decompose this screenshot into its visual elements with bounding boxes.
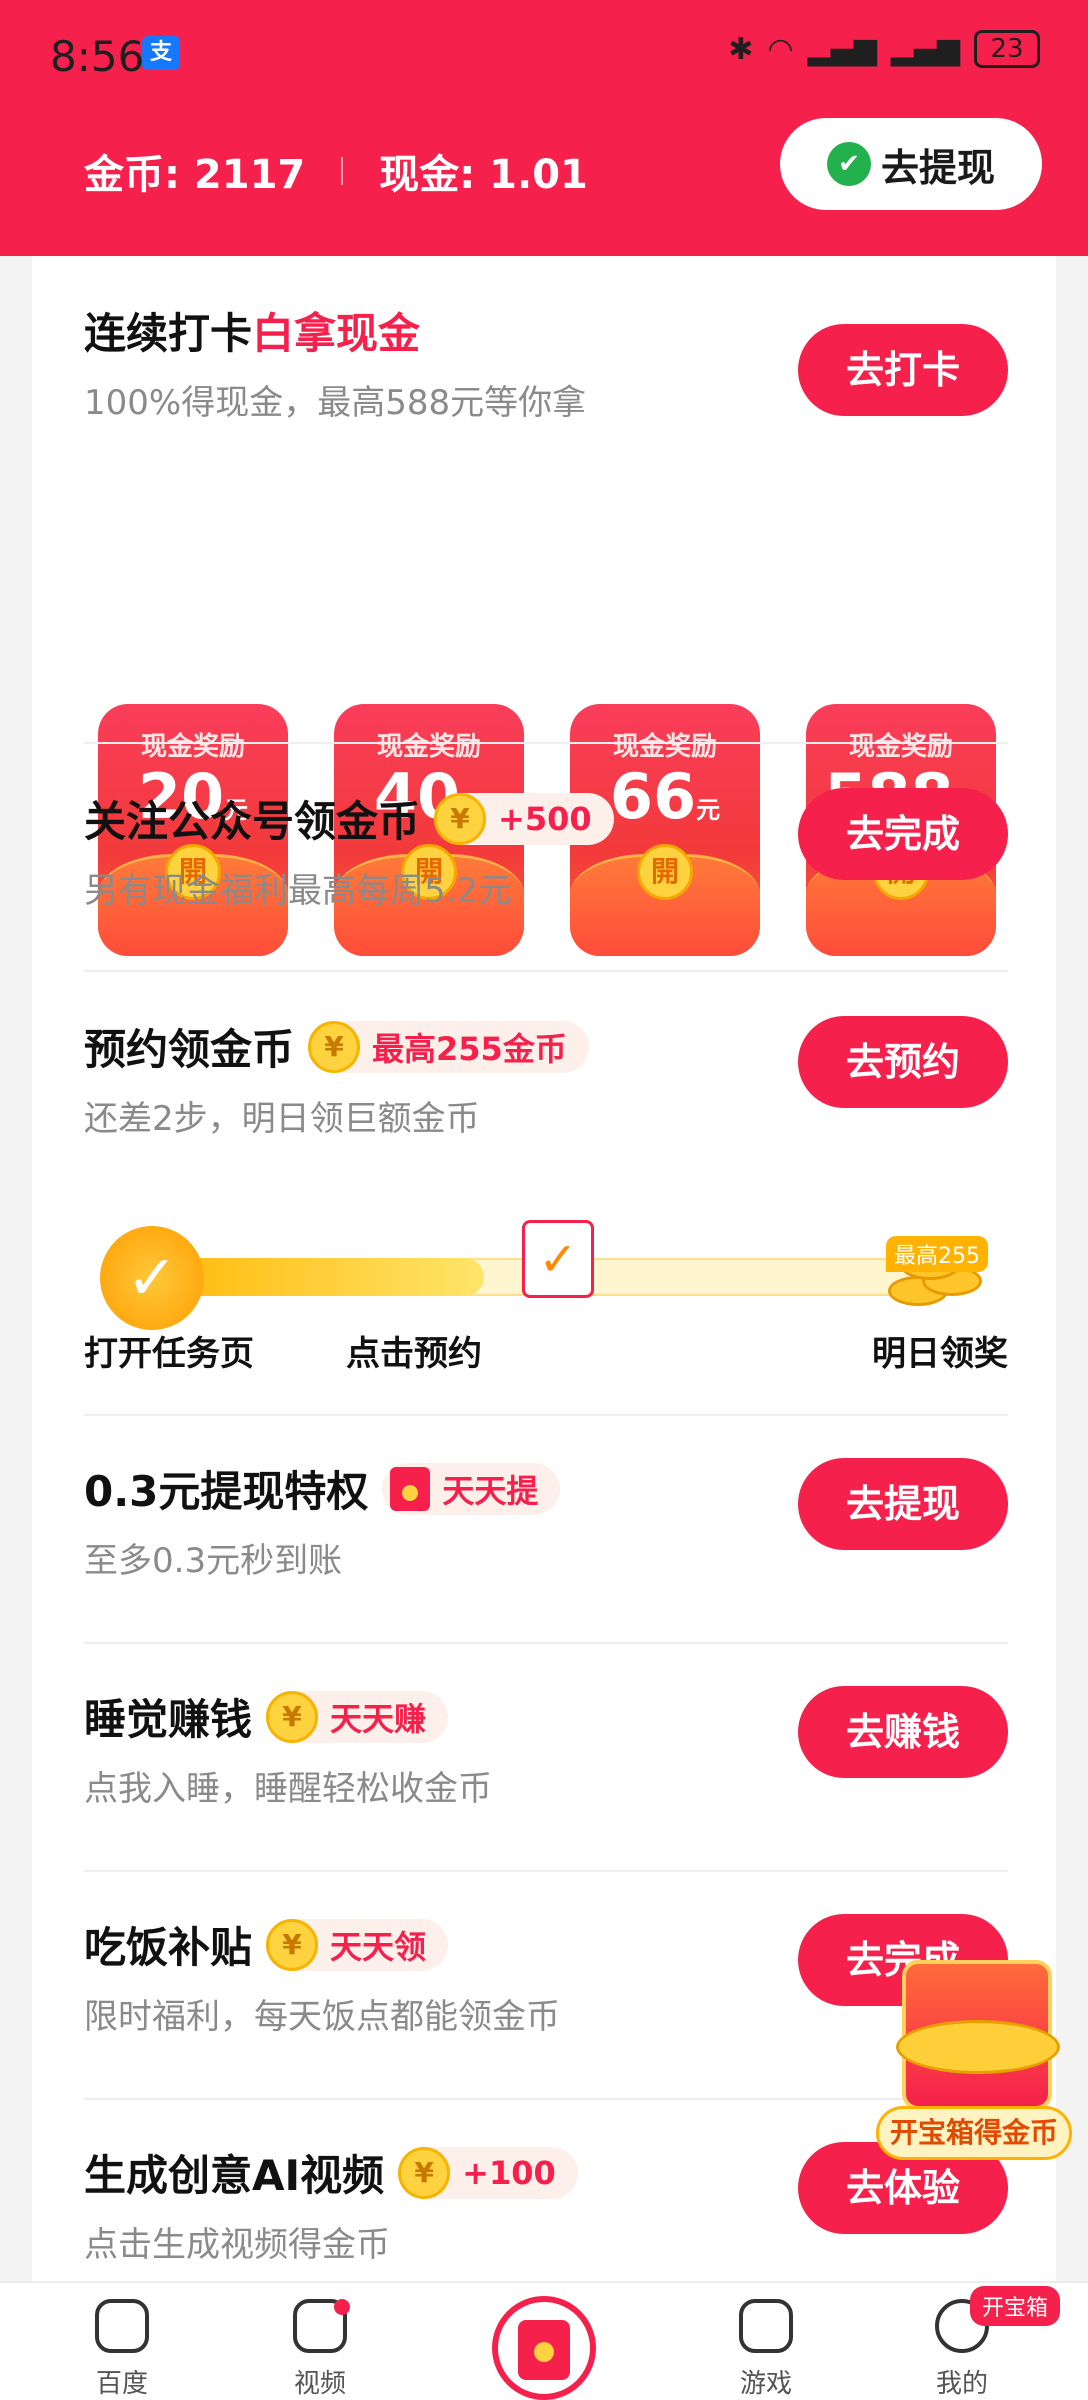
envelope-label: 现金奖励	[848, 732, 953, 762]
task-badge: ¥ 天天赚	[266, 1690, 449, 1743]
check-icon: ✓	[100, 1226, 204, 1330]
divider	[341, 157, 344, 185]
meal-subsidy-task: 吃饭补贴 ¥ 天天领 限时福利，每天饭点都能领金币 去完成	[84, 1914, 1008, 2038]
treasure-chest-button[interactable]: 开宝箱得金币	[876, 1924, 1072, 2164]
divider	[84, 1642, 1008, 1644]
max-tag: 最高255	[886, 1236, 988, 1272]
task-button[interactable]: 去预约	[798, 1016, 1008, 1108]
task-badge: 天天提	[382, 1462, 561, 1515]
reservation-task: 预约领金币 ¥ 最高255金币 还差2步，明日领巨额金币 去预约	[84, 1016, 1008, 1140]
badge-text: 最高255金币	[372, 1029, 567, 1068]
task-title-text: 关注公众号领金币	[84, 797, 421, 846]
divider	[84, 970, 1008, 972]
tab-label: 游戏	[739, 2369, 792, 2399]
task-button[interactable]: 去完成	[798, 788, 1008, 880]
divider	[84, 742, 1008, 744]
task-title-text: 生成创意AI视频	[84, 2151, 385, 2200]
step-label: 打开任务页	[84, 1334, 254, 1374]
alipay-icon: 支	[142, 36, 180, 70]
reservation-progress: ✓ ✓ 最高255 打开任务页 点击预约 明日领奖	[84, 1174, 1008, 1374]
badge-text: 天天领	[330, 1927, 427, 1966]
checkin-task: 连续打卡 白拿现金 100%得现金，最高588元等你拿 去打卡	[84, 300, 1008, 424]
task-title-text: 睡觉赚钱	[84, 1695, 253, 1744]
coin-pile-icon: 最高255	[878, 1226, 988, 1314]
envelope-label: 现金奖励	[376, 732, 481, 762]
sleep-earn-task: 睡觉赚钱 ¥ 天天赚 点我入睡，睡醒轻松收金币 去赚钱	[84, 1686, 1008, 1810]
step-label: 明日领奖	[872, 1334, 1008, 1374]
task-button[interactable]: 去提现	[798, 1458, 1008, 1550]
tab-baidu[interactable]: 百度	[62, 2299, 182, 2400]
task-button[interactable]: 去赚钱	[798, 1686, 1008, 1778]
status-bar: 8:56 支 ✱ ◠ ▂▄▆ ▂▄▆ 23	[0, 0, 1088, 110]
checkin-title-a: 连续打卡	[84, 309, 253, 358]
step-label: 点击预约	[346, 1334, 482, 1374]
follow-account-task: 关注公众号领金币 ¥ +500 另有现金福利最高每周5.2元 去完成	[84, 788, 1008, 912]
gold-coins-icon	[896, 2020, 1060, 2074]
tab-label: 百度	[95, 2369, 148, 2399]
badge-text: 天天赚	[330, 1699, 427, 1738]
task-title-text: 吃饭补贴	[84, 1923, 253, 1972]
calendar-icon: ✓	[522, 1220, 594, 1298]
signal-icon: ▂▄▆	[890, 31, 960, 67]
withdraw-button[interactable]: ✔ 去提现	[780, 118, 1042, 210]
baidu-face-icon	[95, 2299, 149, 2353]
status-time: 8:56	[50, 32, 145, 81]
task-badge: ¥ +100	[398, 2146, 578, 2199]
signal-icon: ▂▄▆	[807, 31, 877, 67]
task-title-text: 0.3元提现特权	[84, 1467, 369, 1516]
checkin-button[interactable]: 去打卡	[798, 324, 1008, 416]
balance-bar: 金币: 2117 现金: 1.01	[84, 142, 588, 200]
divider	[84, 1870, 1008, 1872]
bluetooth-icon: ✱	[728, 31, 754, 67]
red-packet-icon	[518, 2320, 570, 2380]
status-icons: ✱ ◠ ▂▄▆ ▂▄▆ 23	[728, 30, 1040, 68]
task-title-text: 预约领金币	[84, 1025, 295, 1074]
coin-icon: ¥	[266, 1918, 319, 1971]
divider	[84, 1414, 1008, 1416]
withdraw-privilege-task: 0.3元提现特权 天天提 至多0.3元秒到账 去提现	[84, 1458, 1008, 1582]
tab-games[interactable]: 游戏	[706, 2299, 826, 2400]
gamepad-icon	[739, 2299, 793, 2353]
ai-video-task: 生成创意AI视频 ¥ +100 点击生成视频得金币 去体验	[84, 2142, 1008, 2266]
notification-dot	[334, 2299, 350, 2315]
task-badge: ¥ 天天领	[266, 1918, 449, 1971]
envelope-label: 现金奖励	[140, 732, 245, 762]
withdraw-label: 去提现	[880, 145, 995, 190]
red-packet-tab-button[interactable]	[492, 2296, 596, 2400]
checkin-title-b: 白拿现金	[252, 309, 421, 358]
coin-icon: ¥	[308, 1020, 361, 1073]
battery-icon: 23	[974, 30, 1040, 68]
task-badge: ¥ 最高255金币	[308, 1020, 589, 1073]
badge-text: 天天提	[442, 1471, 539, 1510]
coins-balance: 金币: 2117	[84, 152, 306, 198]
tab-label: 我的	[935, 2369, 988, 2399]
envelope-label: 现金奖励	[612, 732, 717, 762]
coin-icon: ¥	[398, 2146, 451, 2199]
coin-icon: ¥	[266, 1690, 319, 1743]
treasure-tag: 开宝箱	[970, 2286, 1061, 2326]
task-badge: ¥ +500	[434, 792, 614, 845]
wifi-icon: ◠	[767, 31, 794, 67]
badge-text: +100	[462, 2153, 556, 2192]
red-envelope-icon	[390, 1466, 431, 1511]
badge-text: +500	[498, 799, 592, 838]
top-header: 8:56 支 ✱ ◠ ▂▄▆ ▂▄▆ 23 金币: 2117 现金: 1.01 …	[0, 0, 1088, 256]
wechat-icon: ✔	[826, 142, 871, 186]
coin-icon: ¥	[434, 792, 487, 845]
chest-label: 开宝箱得金币	[876, 2106, 1072, 2160]
cash-balance: 现金: 1.01	[379, 152, 588, 198]
tab-video[interactable]: 视频	[260, 2299, 380, 2400]
divider	[84, 2098, 1008, 2100]
tab-label: 视频	[293, 2369, 346, 2399]
